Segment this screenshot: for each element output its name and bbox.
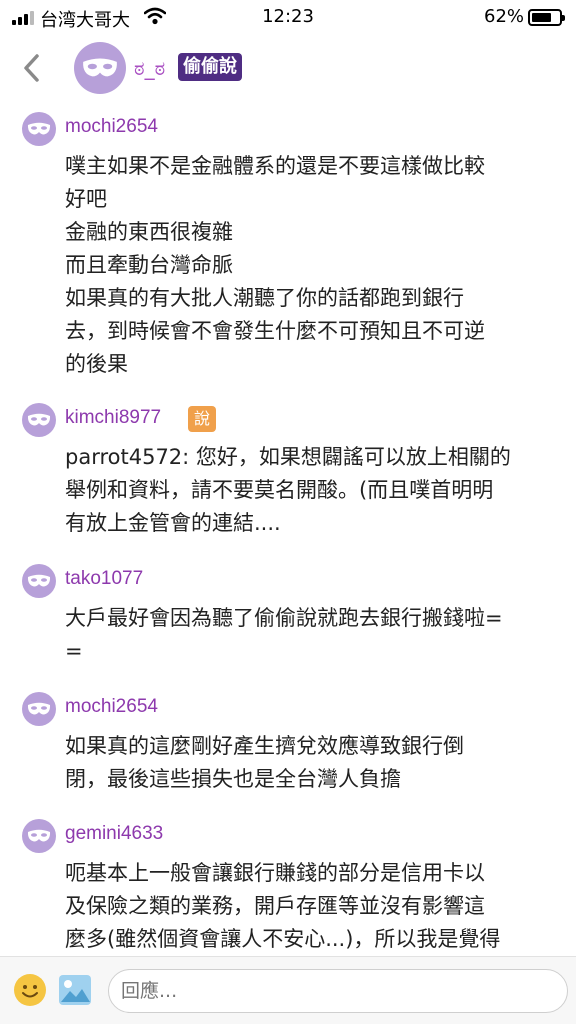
comment-line: 的後果 bbox=[65, 352, 128, 376]
comment-line: = bbox=[65, 639, 83, 663]
speak-badge: 說 bbox=[188, 406, 216, 432]
comment-line: 大戶最好會因為聽了偷偷說就跑去銀行搬錢啦= bbox=[65, 606, 503, 630]
comment-line: 噗主如果不是金融體系的還是不要這樣做比較 bbox=[65, 154, 485, 178]
comment-line: parrot4572: 您好，如果想闢謠可以放上相關的 bbox=[65, 445, 511, 469]
anonymous-badge: 偷偷說 bbox=[178, 53, 242, 81]
comment-username[interactable]: kimchi8977 bbox=[65, 407, 161, 429]
comment-line: 呃基本上一般會讓銀行賺錢的部分是信用卡以 bbox=[65, 861, 485, 885]
plurk-header: ಠ_ಠ 偷偷說 bbox=[0, 36, 576, 100]
comment-username[interactable]: mochi2654 bbox=[65, 116, 158, 138]
emoji-icon[interactable] bbox=[14, 974, 46, 1006]
comment-text: parrot4572: 您好，如果想闢謠可以放上相關的 舉例和資料，請不要莫名開酸… bbox=[65, 441, 551, 540]
comment-line: 去，到時候會不會發生什麼不可預知且不可逆 bbox=[65, 319, 485, 343]
mask-avatar-icon[interactable] bbox=[22, 403, 56, 437]
comment-username[interactable]: gemini4633 bbox=[65, 823, 163, 845]
comment-line: 而且牽動台灣命脈 bbox=[65, 253, 233, 277]
mask-avatar-icon[interactable] bbox=[22, 692, 56, 726]
battery-percent: 62% bbox=[484, 6, 525, 27]
mask-avatar-icon[interactable] bbox=[22, 112, 56, 146]
comment-username[interactable]: tako1077 bbox=[65, 568, 143, 590]
photo-icon[interactable] bbox=[58, 974, 92, 1006]
comment-username[interactable]: mochi2654 bbox=[65, 696, 158, 718]
comment-line: 好吧 bbox=[65, 187, 107, 211]
comment-line: 金融的東西很複雜 bbox=[65, 220, 233, 244]
battery-icon bbox=[528, 9, 565, 26]
comment-line: 舉例和資料，請不要莫名開酸。(而且噗首明明 bbox=[65, 478, 494, 502]
comment-line: 麼多(雖然個資會讓人不安心...)，所以我是覺得 bbox=[65, 927, 501, 951]
status-bar: 台湾大哥大 12:23 62% bbox=[0, 0, 576, 36]
back-chevron-icon[interactable] bbox=[20, 52, 44, 84]
comment-text: 大戶最好會因為聽了偷偷說就跑去銀行搬錢啦= = bbox=[65, 602, 551, 668]
comment-line: 如果真的有大批人潮聽了你的話都跑到銀行 bbox=[65, 286, 464, 310]
mask-avatar-icon[interactable] bbox=[74, 42, 126, 94]
comment-text: 如果真的這麼剛好產生擠兌效應導致銀行倒 閉，最後這些損失也是全台灣人負擔 bbox=[65, 730, 551, 796]
poster-name[interactable]: ಠ_ಠ bbox=[134, 56, 165, 80]
comment-line: 如果真的這麼剛好產生擠兌效應導致銀行倒 bbox=[65, 734, 464, 758]
mask-avatar-icon[interactable] bbox=[22, 819, 56, 853]
comment-text: 呃基本上一般會讓銀行賺錢的部分是信用卡以 及保險之類的業務，開戶存匯等並沒有影響這… bbox=[65, 857, 551, 956]
comment-line: 閉，最後這些損失也是全台灣人負擔 bbox=[65, 767, 401, 791]
comment-line: 有放上金管會的連結.... bbox=[65, 511, 281, 535]
reply-input[interactable] bbox=[108, 969, 568, 1013]
mask-avatar-icon[interactable] bbox=[22, 564, 56, 598]
reply-bar bbox=[0, 956, 576, 1024]
comment-line: 及保險之類的業務，開戶存匯等並沒有影響這 bbox=[65, 894, 485, 918]
comment-text: 噗主如果不是金融體系的還是不要這樣做比較 好吧金融的東西很複雜 而且牽動台灣命脈如果… bbox=[65, 150, 551, 381]
